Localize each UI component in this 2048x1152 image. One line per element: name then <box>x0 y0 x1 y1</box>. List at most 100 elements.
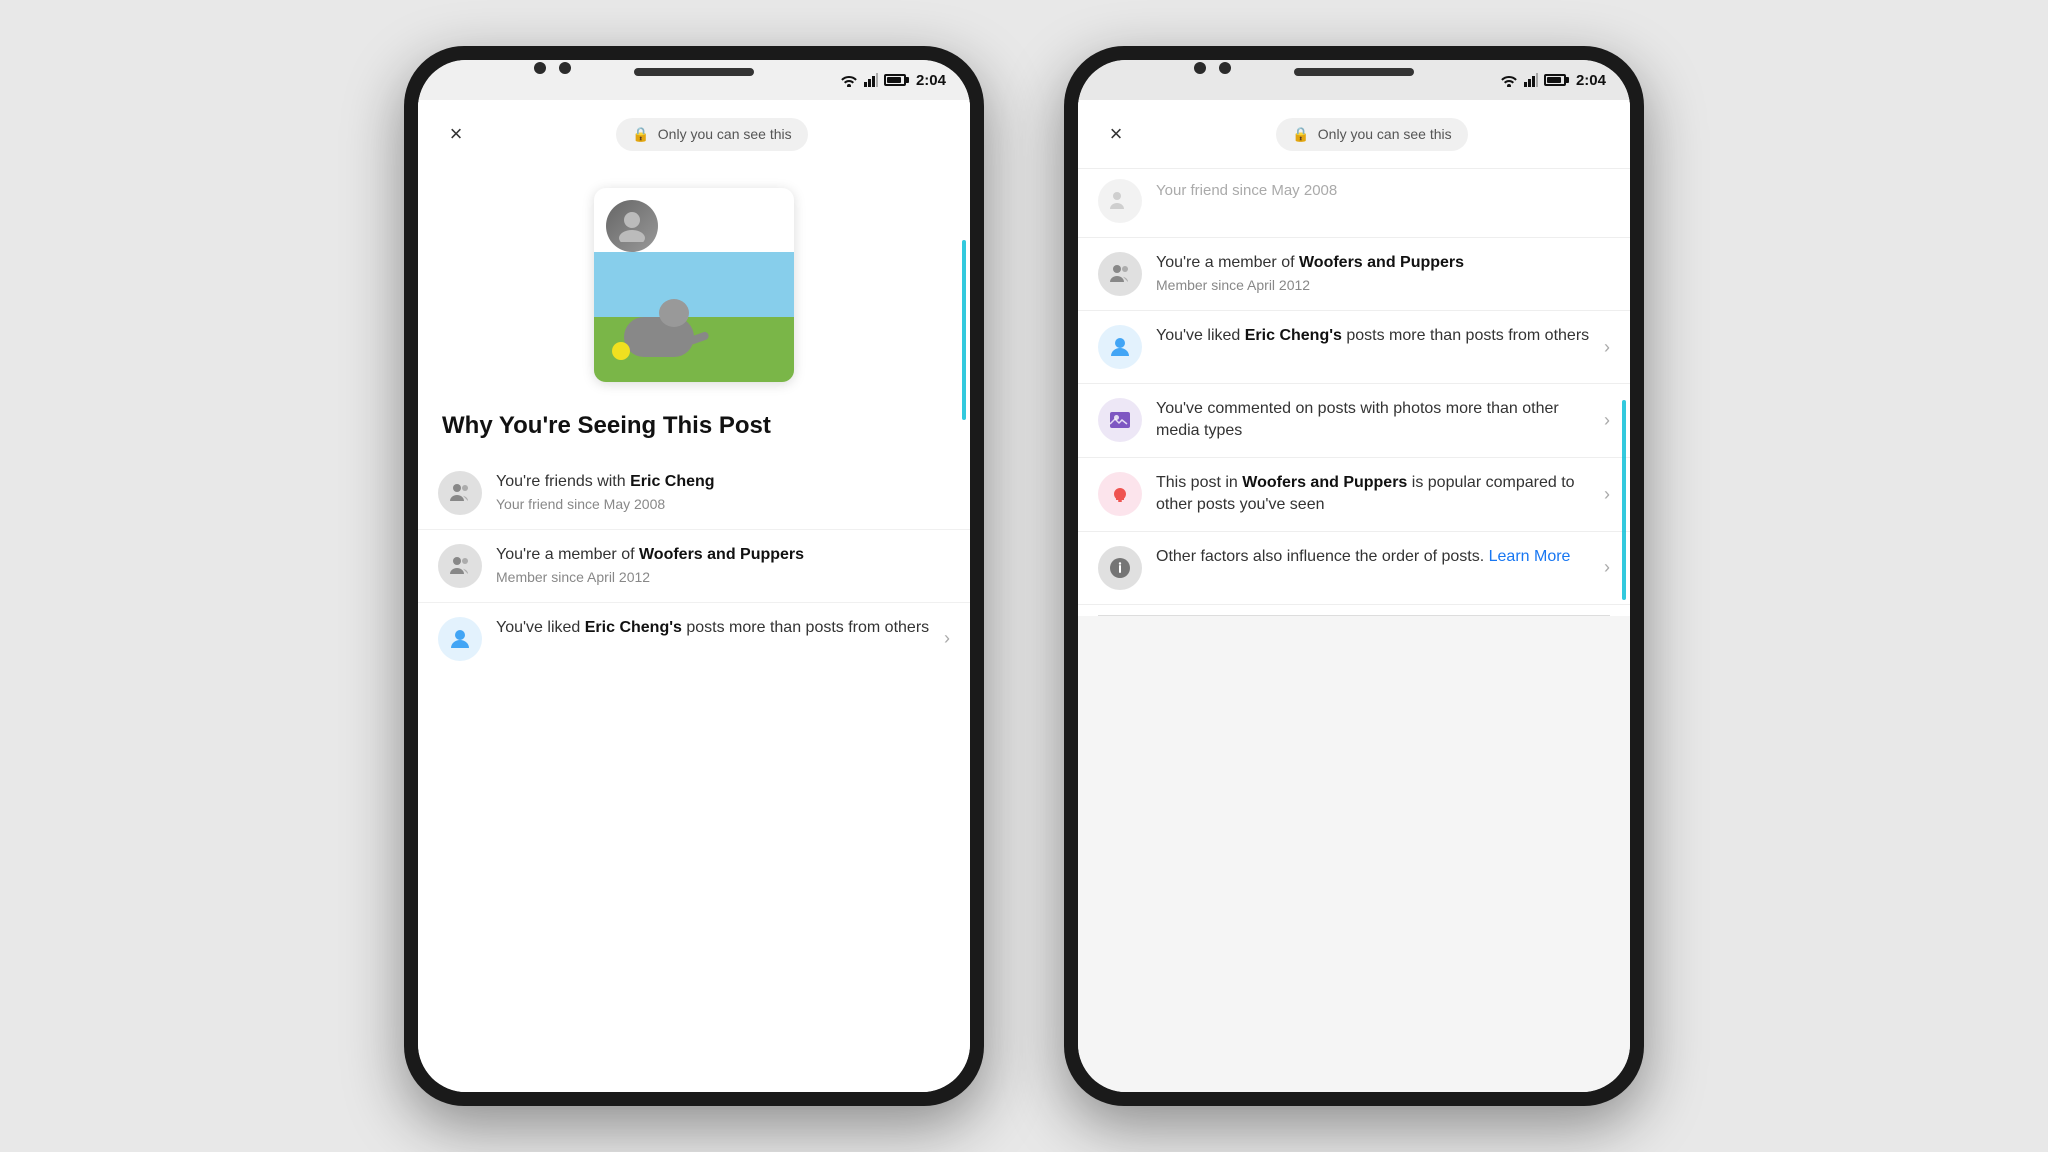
post-avatar <box>606 200 658 252</box>
status-bar-2: 2:04 <box>1078 60 1630 100</box>
chevron-commented: › <box>1604 410 1610 431</box>
liked-name: Eric Cheng's <box>585 619 682 636</box>
liked2-icon-wrap <box>1098 325 1142 369</box>
privacy-text-2: Only you can see this <box>1318 126 1452 142</box>
person-blue-icon <box>448 627 472 651</box>
chevron-popular: › <box>1604 484 1610 505</box>
scroll-indicator-1 <box>962 240 966 420</box>
lock-icon-2: 🔒 <box>1292 126 1309 143</box>
member-group: Woofers and Puppers <box>639 546 804 563</box>
other-text: Other factors also influence the order o… <box>1156 546 1594 568</box>
reason-item-friends[interactable]: You're friends with Eric Cheng Your frie… <box>418 457 970 530</box>
privacy-pill-1: 🔒 Only you can see this <box>616 118 807 151</box>
friends-text-wrap: You're friends with Eric Cheng Your frie… <box>496 471 950 512</box>
learn-more[interactable]: Learn More <box>1489 548 1571 565</box>
privacy-text-1: Only you can see this <box>658 126 792 142</box>
phone-speaker <box>634 68 754 76</box>
phone-frame-2: 2:04 × 🔒 Only you can see this <box>1064 46 1644 1106</box>
scroll-indicator-2 <box>1622 400 1626 600</box>
header-bar-1: × 🔒 Only you can see this <box>418 100 970 168</box>
partial-sub: Your friend since May 2008 <box>1156 182 1610 199</box>
avatar-inner <box>606 200 658 252</box>
liked2-name: Eric Cheng's <box>1245 327 1342 344</box>
person-blue-icon-2 <box>1108 335 1132 359</box>
post-preview <box>418 168 970 392</box>
chevron-liked-2: › <box>1604 337 1610 358</box>
people-icon-3 <box>1108 262 1132 286</box>
reason-item-member-2[interactable]: You're a member of Woofers and Puppers M… <box>1078 238 1630 311</box>
app-content-1: × 🔒 Only you can see this <box>418 100 970 1092</box>
post-card <box>594 188 794 382</box>
liked-text-wrap: You've liked Eric Cheng's posts more tha… <box>496 617 934 639</box>
person-avatar-icon <box>617 210 647 242</box>
partial-text-wrap: Your friend since May 2008 <box>1156 179 1610 199</box>
header-bar-2: × 🔒 Only you can see this <box>1078 100 1630 169</box>
reason-item-other[interactable]: Other factors also influence the order o… <box>1078 532 1630 605</box>
friends-name: Eric Cheng <box>630 473 714 490</box>
battery-icon <box>884 74 906 86</box>
reason-item-commented[interactable]: You've commented on posts with photos mo… <box>1078 384 1630 458</box>
phone-speaker-2 <box>1294 68 1414 76</box>
reasons-list-1: You're friends with Eric Cheng Your frie… <box>418 457 970 695</box>
people-icon-1 <box>448 481 472 505</box>
bottom-divider <box>1098 615 1610 616</box>
popular-text-wrap: This post in Woofers and Puppers is popu… <box>1156 472 1594 517</box>
status-icons: 2:04 <box>840 72 946 89</box>
battery-icon-2 <box>1544 74 1566 86</box>
close-button-1[interactable]: × <box>438 116 474 152</box>
member-text-wrap: You're a member of Woofers and Puppers M… <box>496 544 950 585</box>
phone2-content: Your friend since May 2008 <box>1078 169 1630 616</box>
wifi-icon-2 <box>1500 73 1518 87</box>
liked-icon-wrap <box>438 617 482 661</box>
signal-icon <box>864 73 878 87</box>
chevron-other: › <box>1604 557 1610 578</box>
member2-sub: Member since April 2012 <box>1156 277 1610 293</box>
wifi-icon <box>840 73 858 87</box>
app-content-2: × 🔒 Only you can see this <box>1078 100 1630 1092</box>
popular-icon <box>1108 482 1132 506</box>
reason-item-popular[interactable]: This post in Woofers and Puppers is popu… <box>1078 458 1630 532</box>
status-bar-1: 2:04 <box>418 60 970 100</box>
status-icons-2: 2:04 <box>1500 72 1606 89</box>
signal-icon-2 <box>1524 73 1538 87</box>
reason-item-liked-2[interactable]: You've liked Eric Cheng's posts more tha… <box>1078 311 1630 384</box>
member2-icon-wrap <box>1098 252 1142 296</box>
friends-icon-wrap <box>438 471 482 515</box>
phone-frame-1: 2:04 × 🔒 Only you can see this <box>404 46 984 1106</box>
phone-2: 2:04 × 🔒 Only you can see this <box>1064 46 1644 1106</box>
other-text-wrap: Other factors also influence the order o… <box>1156 546 1594 568</box>
photo-icon <box>1108 408 1132 432</box>
commented-text: You've commented on posts with photos mo… <box>1156 398 1594 443</box>
partial-icon <box>1098 179 1142 223</box>
front-camera-right <box>559 62 571 74</box>
friends-sub: Your friend since May 2008 <box>496 496 950 512</box>
front-camera-left <box>534 62 546 74</box>
liked2-text: You've liked Eric Cheng's posts more tha… <box>1156 325 1594 347</box>
member-text: You're a member of Woofers and Puppers <box>496 544 950 566</box>
chevron-liked: › <box>944 628 950 649</box>
ball <box>612 342 630 360</box>
info-icon <box>1108 556 1132 580</box>
partial-top-item: Your friend since May 2008 <box>1078 169 1630 238</box>
popular-icon-wrap <box>1098 472 1142 516</box>
member2-text: You're a member of Woofers and Puppers <box>1156 252 1610 274</box>
phone-screen-2: 2:04 × 🔒 Only you can see this <box>1078 60 1630 1092</box>
page-title-1: Why You're Seeing This Post <box>418 392 970 457</box>
member-icon-wrap <box>438 544 482 588</box>
liked2-text-wrap: You've liked Eric Cheng's posts more tha… <box>1156 325 1594 347</box>
member2-text-wrap: You're a member of Woofers and Puppers M… <box>1156 252 1610 293</box>
liked-text: You've liked Eric Cheng's posts more tha… <box>496 617 934 639</box>
status-time-1: 2:04 <box>916 72 946 89</box>
status-time-2: 2:04 <box>1576 72 1606 89</box>
close-button-2[interactable]: × <box>1098 116 1134 152</box>
other-icon-wrap <box>1098 546 1142 590</box>
friends-text: You're friends with Eric Cheng <box>496 471 950 493</box>
people-icon-2 <box>448 554 472 578</box>
popular-text: This post in Woofers and Puppers is popu… <box>1156 472 1594 517</box>
reason-item-liked[interactable]: You've liked Eric Cheng's posts more tha… <box>418 603 970 675</box>
post-photo <box>594 252 794 382</box>
commented-text-wrap: You've commented on posts with photos mo… <box>1156 398 1594 443</box>
popular-group: Woofers and Puppers <box>1242 474 1407 491</box>
commented-icon-wrap <box>1098 398 1142 442</box>
reason-item-member[interactable]: You're a member of Woofers and Puppers M… <box>418 530 970 603</box>
